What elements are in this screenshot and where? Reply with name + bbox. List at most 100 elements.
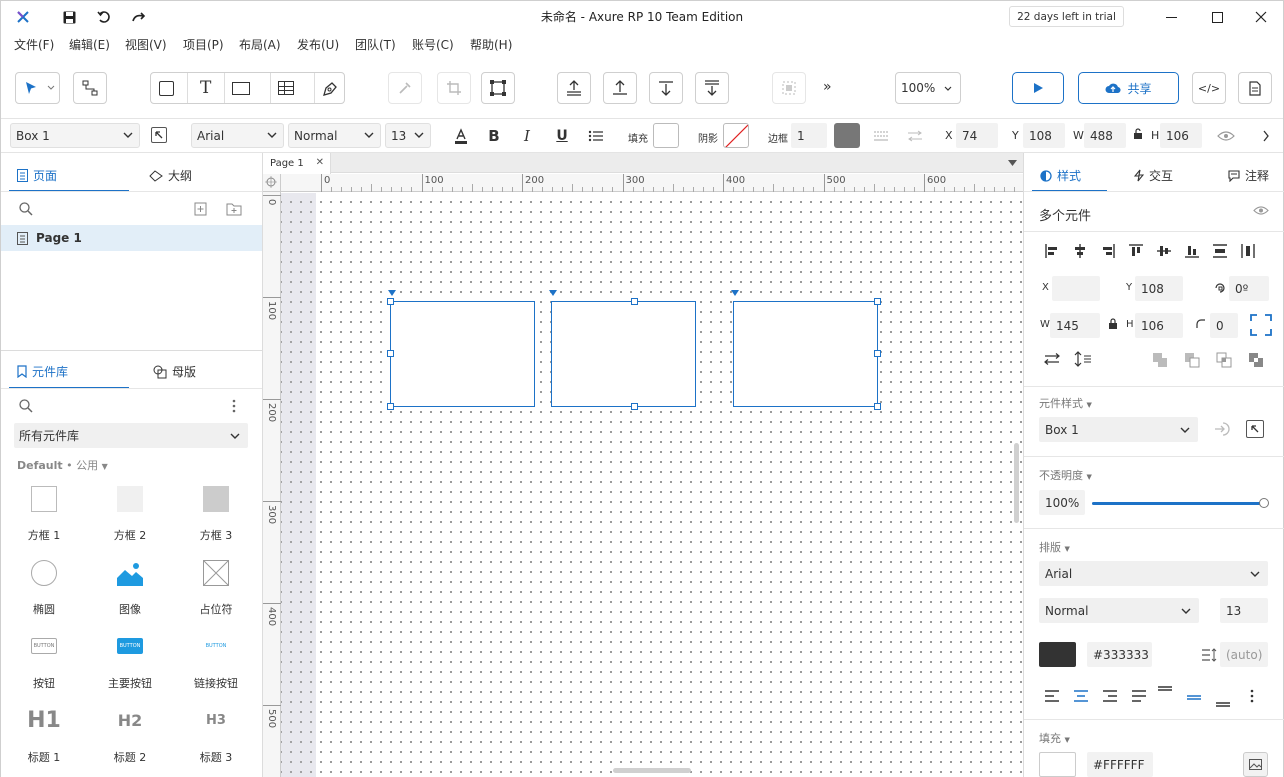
eyedropper-button[interactable] bbox=[388, 72, 422, 104]
page-item-page-1[interactable]: Page 1 bbox=[1, 225, 262, 251]
horizontal-ruler[interactable]: 0 100 200 300 400 500 600 bbox=[281, 174, 1023, 192]
close-icon[interactable] bbox=[1251, 7, 1271, 27]
search-icon[interactable] bbox=[19, 202, 33, 216]
text-align-left-icon[interactable] bbox=[1044, 688, 1060, 704]
widget-link-button[interactable]: BUTTON 链接按钮 bbox=[181, 633, 251, 693]
style-edit-icon[interactable] bbox=[151, 127, 167, 143]
tab-notes[interactable]: 注释 bbox=[1228, 167, 1269, 184]
resize-handle[interactable] bbox=[631, 298, 638, 305]
x-input[interactable]: 74 bbox=[956, 123, 998, 148]
menu-view[interactable]: 视图(V) bbox=[125, 36, 167, 53]
radius-input[interactable]: 0 bbox=[1210, 313, 1238, 338]
menu-team[interactable]: 团队(T) bbox=[355, 36, 396, 53]
text-align-center-icon[interactable] bbox=[1073, 688, 1089, 704]
widget-box2[interactable]: 方框 2 bbox=[95, 485, 165, 545]
menu-account[interactable]: 账号(C) bbox=[412, 36, 454, 53]
font-size-input[interactable]: 13 bbox=[1220, 598, 1268, 623]
resize-handle[interactable] bbox=[387, 403, 394, 410]
opacity-slider-track[interactable] bbox=[1092, 498, 1269, 508]
document-button[interactable] bbox=[1238, 72, 1272, 104]
resize-handle[interactable] bbox=[387, 298, 394, 305]
canvas-box-3[interactable] bbox=[733, 301, 878, 407]
widget-box3[interactable]: 方框 3 bbox=[181, 485, 251, 545]
font-family-select[interactable]: Arial bbox=[1039, 561, 1268, 586]
text-align-right-icon[interactable] bbox=[1102, 688, 1118, 704]
maximize-icon[interactable] bbox=[1207, 7, 1227, 27]
resize-handle[interactable] bbox=[874, 298, 881, 305]
add-page-icon[interactable] bbox=[194, 202, 208, 216]
x-input[interactable] bbox=[1052, 276, 1100, 301]
distribute-vertical-icon[interactable] bbox=[1212, 243, 1228, 259]
w-input[interactable]: 488 bbox=[1084, 123, 1126, 148]
widget-button[interactable]: BUTTON 按钮 bbox=[9, 633, 79, 693]
align-left-icon[interactable] bbox=[1044, 243, 1060, 259]
shadow-swatch[interactable] bbox=[723, 123, 749, 148]
horizontal-scrollbar[interactable] bbox=[613, 768, 691, 773]
flip-vertical-icon[interactable] bbox=[1074, 351, 1092, 367]
widget-ellipse[interactable]: 椭圆 bbox=[9, 559, 79, 619]
zoom-select[interactable]: 100% bbox=[895, 72, 961, 104]
tab-pages[interactable]: 页面 bbox=[17, 167, 57, 184]
fill-color-swatch[interactable] bbox=[1039, 752, 1076, 777]
canvas-box-1[interactable] bbox=[390, 301, 535, 407]
widget-heading1[interactable]: H1 标题 1 bbox=[9, 707, 79, 767]
widget-image[interactable]: 图像 bbox=[95, 559, 165, 619]
widget-heading2[interactable]: H2 标题 2 bbox=[95, 707, 165, 767]
point-edit-button[interactable] bbox=[481, 72, 515, 104]
bring-forward-button[interactable] bbox=[603, 72, 637, 104]
menu-publish[interactable]: 发布(U) bbox=[297, 36, 339, 53]
edit-style-icon[interactable] bbox=[1246, 420, 1264, 438]
visibility-icon[interactable] bbox=[1217, 128, 1235, 144]
bring-to-front-button[interactable] bbox=[557, 72, 591, 104]
pen-tool-icon[interactable] bbox=[321, 80, 339, 98]
h-input[interactable]: 106 bbox=[1160, 123, 1202, 148]
rotation-input[interactable]: 0º bbox=[1229, 276, 1269, 301]
y-input[interactable]: 108 bbox=[1135, 276, 1183, 301]
align-right-icon[interactable] bbox=[1100, 243, 1116, 259]
italic-icon[interactable]: I bbox=[518, 127, 536, 145]
crop-button[interactable] bbox=[437, 72, 471, 104]
more-vert-icon[interactable] bbox=[1244, 688, 1260, 704]
tab-masters[interactable]: 母版 bbox=[153, 363, 196, 380]
text-color-input[interactable]: #333333 bbox=[1087, 642, 1152, 667]
code-button[interactable]: </> bbox=[1192, 72, 1226, 104]
tab-menu-icon[interactable] bbox=[1008, 160, 1017, 166]
w-input[interactable]: 145 bbox=[1050, 313, 1100, 338]
menu-project[interactable]: 项目(P) bbox=[183, 36, 224, 53]
text-valign-middle-icon[interactable] bbox=[1186, 690, 1202, 706]
vertical-scrollbar[interactable] bbox=[1014, 443, 1019, 523]
align-middle-icon[interactable] bbox=[1156, 243, 1172, 259]
fill-color-input[interactable]: #FFFFFF bbox=[1087, 752, 1153, 777]
add-folder-icon[interactable] bbox=[226, 202, 242, 216]
preview-button[interactable] bbox=[1012, 72, 1064, 104]
library-select[interactable]: 所有元件库 bbox=[14, 423, 248, 448]
align-center-icon[interactable] bbox=[1072, 243, 1088, 259]
resize-handle[interactable] bbox=[874, 350, 881, 357]
flip-horizontal-icon[interactable] bbox=[1044, 353, 1060, 365]
menu-layout[interactable]: 布局(A) bbox=[239, 36, 281, 53]
align-bottom-icon[interactable] bbox=[1184, 243, 1200, 259]
tab-interactions[interactable]: 交互 bbox=[1134, 167, 1173, 184]
apply-style-icon[interactable] bbox=[1214, 421, 1230, 437]
page-tab[interactable]: Page 1 ✕ bbox=[263, 153, 331, 174]
vertical-ruler[interactable]: 0 100 200 300 400 500 bbox=[263, 192, 281, 777]
font-size-select[interactable]: 13 bbox=[385, 123, 431, 148]
close-tab-icon[interactable]: ✕ bbox=[316, 157, 324, 168]
widget-placeholder[interactable]: 占位符 bbox=[181, 559, 251, 619]
underline-icon[interactable]: U bbox=[553, 128, 571, 144]
font-weight-select[interactable]: Normal bbox=[288, 123, 381, 148]
lock-icon[interactable] bbox=[1108, 318, 1118, 330]
ruler-corner[interactable] bbox=[263, 174, 281, 192]
menu-edit[interactable]: 编辑(E) bbox=[69, 36, 110, 53]
text-color-icon[interactable] bbox=[452, 128, 470, 144]
fill-image-button[interactable] bbox=[1243, 752, 1268, 777]
intersect-icon[interactable] bbox=[1216, 352, 1232, 368]
resize-handle[interactable] bbox=[631, 403, 638, 410]
search-icon[interactable] bbox=[19, 399, 33, 413]
visibility-icon[interactable] bbox=[1253, 205, 1269, 216]
minimize-icon[interactable] bbox=[1161, 7, 1181, 27]
text-valign-bottom-icon[interactable] bbox=[1215, 694, 1231, 710]
exclude-icon[interactable] bbox=[1248, 352, 1264, 368]
table-icon[interactable] bbox=[278, 81, 294, 95]
widget-style-title[interactable]: 元件样式 ▼ bbox=[1039, 395, 1092, 411]
